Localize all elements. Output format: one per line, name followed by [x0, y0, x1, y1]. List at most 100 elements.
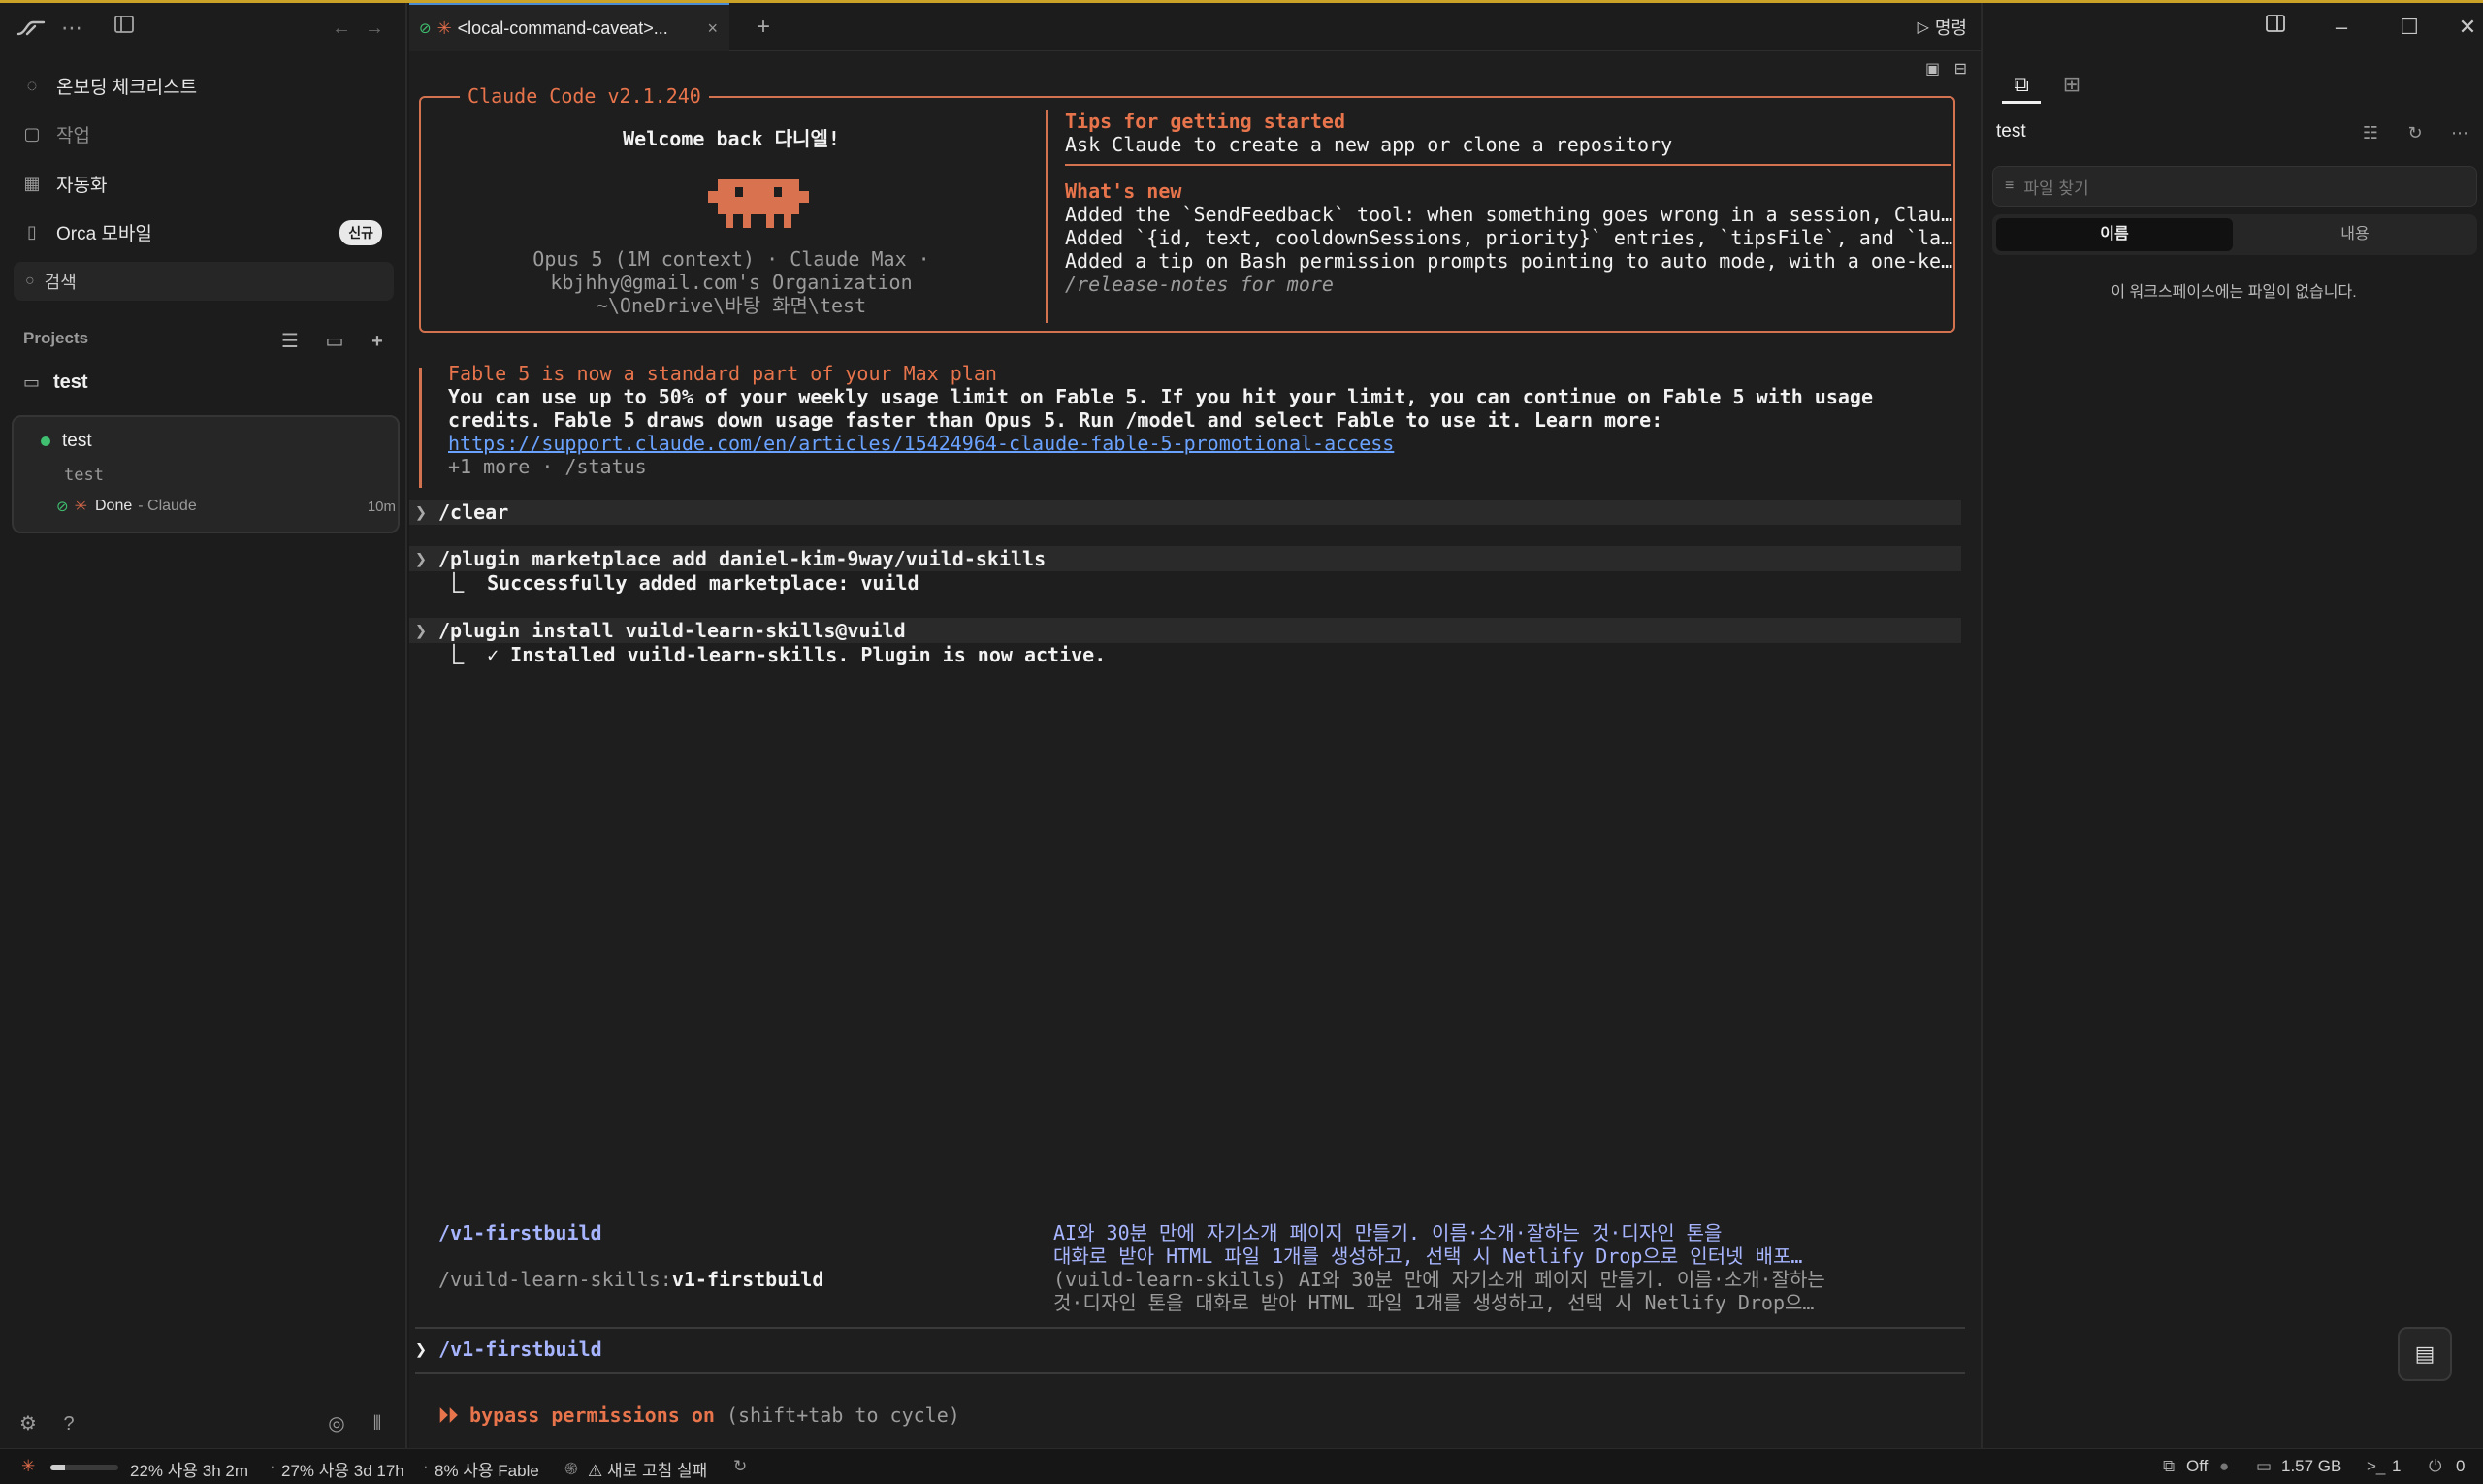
more-icon[interactable]: ⋯ — [2446, 119, 2473, 146]
search-by-content[interactable]: 내용 — [2237, 218, 2473, 251]
session-row[interactable]: ⊘ ✳ Done - Claude 10m — [56, 497, 396, 516]
prompt-input[interactable]: ❯ /v1-firstbuild — [415, 1338, 602, 1361]
box-divider — [1046, 110, 1048, 323]
separator: · — [423, 1457, 429, 1475]
back-arrow-icon[interactable]: ← — [326, 13, 357, 44]
prompt-chevron-icon: ❯ — [415, 500, 428, 524]
usage-progress — [50, 1465, 118, 1470]
nav-tasks[interactable]: ▢ 작업 — [21, 114, 400, 153]
suggestion-description: (vuild-learn-skills) AI와 30분 만에 자기소개 페이지… — [1053, 1268, 1825, 1291]
folder-icon: ▭ — [23, 372, 41, 392]
check-circle-icon: ⊘ — [419, 20, 432, 37]
workspace-card[interactable]: test test ⊘ ✳ Done - Claude 10m — [12, 415, 400, 533]
nav-label: 자동화 — [56, 175, 108, 196]
command-row: ❯ /plugin install vuild-learn-skills@vui… — [409, 618, 1961, 643]
session-tab[interactable]: ⊘ ✳ <local-command-caveat>... × — [409, 3, 729, 51]
sync-icon: ⧉ — [2163, 1457, 2176, 1475]
tab-title: <local-command-caveat>... — [457, 17, 668, 38]
tips-text: Ask Claude to create a new app or clone … — [1065, 133, 1673, 156]
layout-panel-button[interactable]: ▤ — [2398, 1327, 2452, 1381]
run-command-button[interactable]: ▷ 명령 — [1918, 15, 1967, 40]
minimize-icon[interactable]: – — [2322, 13, 2361, 42]
usage-fable[interactable]: 8% 사용 Fable — [435, 1457, 539, 1481]
close-tab-icon[interactable]: × — [707, 18, 718, 39]
tab-bar: ⊘ ✳ <local-command-caveat>... × + ▷ 명령 — [409, 3, 1981, 51]
whats-new-item: Added a tip on Bash permission prompts p… — [1065, 249, 1953, 273]
projects-header: Projects ☰ ▭ + — [23, 329, 392, 358]
input-divider — [415, 1327, 1965, 1329]
cwd-path: ~\OneDrive\바탕 화면\test — [596, 294, 867, 317]
port-icon: ⏻ — [2429, 1457, 2442, 1475]
app-logo-icon[interactable] — [16, 13, 47, 44]
prompt-chevron-icon: ❯ — [415, 547, 428, 570]
memory-icon: ▭ — [2256, 1457, 2273, 1475]
whats-new-item: Added the `SendFeedback` tool: when some… — [1065, 203, 1953, 226]
maximize-icon[interactable]: ☐ — [2390, 13, 2429, 42]
sidebar-toggle-icon[interactable] — [109, 13, 140, 44]
port-count[interactable]: 0 — [2456, 1457, 2465, 1476]
welcome-message: Welcome back 다니엘! — [623, 127, 840, 150]
progress-circle-icon: ◌ — [26, 76, 38, 95]
claude-spark-icon: ✳ — [74, 499, 87, 515]
suggestion-prefix: /vuild-learn-skills: — [438, 1268, 672, 1291]
search-by-name[interactable]: 이름 — [1996, 218, 2233, 251]
whats-new-title: What's new — [1065, 179, 1182, 203]
new-folder-icon[interactable]: ▭ — [322, 329, 347, 354]
fable-link[interactable]: https://support.claude.com/en/articles/1… — [448, 432, 1394, 455]
refresh-failed: ⚠ 새로 고침 실패 — [588, 1462, 708, 1480]
calendar-icon: ▦ — [23, 174, 41, 193]
active-status-dot — [41, 436, 50, 446]
help-icon[interactable]: ? — [54, 1409, 83, 1438]
sidebar: ⋯ ← → ◌ 온보딩 체크리스트 ▢ 작업 ▦ 자동화 ▯ Orca 모바일 … — [0, 3, 407, 1448]
usage-progress-fill — [50, 1465, 66, 1470]
filter-icon[interactable]: ☰ — [277, 329, 303, 354]
new-badge: 신규 — [339, 220, 382, 245]
suggestion-command[interactable]: /v1-firstbuild — [438, 1221, 602, 1244]
command-result: ⎿ Successfully added marketplace: vuild — [444, 571, 919, 595]
panel-layout-icon[interactable] — [2256, 13, 2295, 42]
suggestion-command[interactable]: /vuild-learn-skills:v1-firstbuild — [438, 1268, 823, 1291]
list-view-icon[interactable]: ☷ — [2357, 119, 2384, 146]
permission-mode[interactable]: ⏵⏵ bypass permissions on (shift+tab to c… — [438, 1403, 960, 1427]
activity-bars-icon[interactable]: ⫴ — [363, 1409, 392, 1438]
main-area: ⊘ ✳ <local-command-caveat>... × + ▷ 명령 ▣… — [409, 3, 1981, 1448]
panel-title: test — [1996, 121, 2026, 142]
usage-weekly[interactable]: 27% 사용 3d 17h — [281, 1457, 404, 1481]
terminal-count[interactable]: 1 — [2392, 1457, 2401, 1476]
run-label: 명령 — [1934, 18, 1967, 38]
usage-session[interactable]: 22% 사용 3h 2m — [130, 1457, 248, 1481]
tips-title: Tips for getting started — [1065, 110, 1345, 133]
sync-status[interactable]: Off — [2186, 1457, 2208, 1476]
sidebar-search[interactable]: ○ 검색 — [14, 262, 394, 301]
bypass-label: bypass permissions on — [469, 1403, 715, 1427]
new-tab-button[interactable]: + — [749, 13, 778, 42]
file-search-input[interactable]: ≡ 파일 찾기 — [1992, 166, 2477, 207]
terminal[interactable]: Claude Code v2.1.240 Welcome back 다니엘! O… — [409, 51, 1981, 1448]
project-folder[interactable]: ▭ test — [23, 371, 88, 394]
workspace-branch: test — [64, 466, 104, 485]
nav-automation[interactable]: ▦ 자동화 — [21, 164, 400, 203]
input-divider — [415, 1372, 1965, 1374]
refresh-icon[interactable]: ↻ — [733, 1457, 747, 1476]
org-info: kbjhhy@gmail.com's Organization — [550, 271, 913, 294]
grid-tab-icon[interactable]: ⊞ — [2052, 65, 2091, 104]
close-window-icon[interactable]: ✕ — [2448, 13, 2483, 42]
add-project-icon[interactable]: + — [365, 329, 390, 354]
nav-orca-mobile[interactable]: ▯ Orca 모바일 신규 — [21, 212, 400, 251]
forward-arrow-icon[interactable]: → — [359, 13, 390, 44]
draft-icon: ▢ — [23, 124, 41, 144]
project-name: test — [53, 371, 88, 393]
settings-gear-icon[interactable]: ⚙ — [14, 1409, 43, 1438]
more-icon[interactable]: ⋯ — [56, 13, 87, 44]
workspace-name: test — [62, 431, 92, 451]
session-age: 10m — [367, 498, 396, 515]
refresh-icon[interactable]: ↻ — [2402, 119, 2429, 146]
fable-more: +1 more · /status — [448, 455, 647, 478]
suggestion-description: 것·디자인 톤을 대화로 받아 HTML 파일 1개를 생성하고, 선택 시 N… — [1053, 1291, 1815, 1314]
nav-onboarding-checklist[interactable]: ◌ 온보딩 체크리스트 — [21, 66, 400, 105]
fable-text: credits. Fable 5 draws down usage faster… — [448, 408, 1663, 432]
target-icon[interactable]: ◎ — [322, 1409, 351, 1438]
files-tab-icon[interactable]: ⧉ — [2002, 65, 2041, 104]
model-info: Opus 5 (1M context) · Claude Max · — [532, 247, 930, 271]
welcome-box: Claude Code v2.1.240 Welcome back 다니엘! O… — [419, 84, 1955, 333]
